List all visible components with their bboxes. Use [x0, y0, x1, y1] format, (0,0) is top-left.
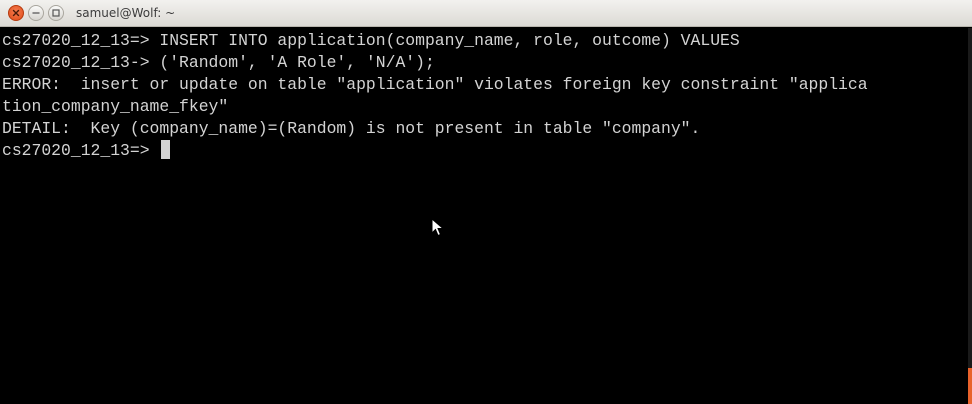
prompt-text: cs27020_12_13=> — [2, 141, 160, 160]
maximize-icon — [52, 9, 60, 17]
maximize-button[interactable] — [48, 5, 64, 21]
terminal-line: cs27020_12_13=> INSERT INTO application(… — [2, 31, 740, 50]
terminal-line: tion_company_name_fkey" — [2, 97, 229, 116]
scrollbar[interactable] — [968, 28, 972, 404]
mouse-pointer-icon — [431, 218, 445, 237]
minimize-button[interactable] — [28, 5, 44, 21]
close-icon — [12, 9, 20, 17]
terminal-window: samuel@Wolf: ~ cs27020_12_13=> INSERT IN… — [0, 0, 972, 404]
terminal-line: DETAIL: Key (company_name)=(Random) is n… — [2, 119, 701, 138]
terminal-output[interactable]: cs27020_12_13=> INSERT INTO application(… — [0, 28, 968, 404]
text-cursor — [161, 140, 171, 159]
close-button[interactable] — [8, 5, 24, 21]
title-bar[interactable]: samuel@Wolf: ~ — [0, 0, 972, 27]
window-title: samuel@Wolf: ~ — [76, 6, 176, 20]
terminal-line: ERROR: insert or update on table "applic… — [2, 75, 868, 94]
minimize-icon — [32, 12, 40, 14]
prompt-line[interactable]: cs27020_12_13=> — [2, 140, 968, 162]
scrollbar-thumb[interactable] — [968, 368, 972, 404]
terminal-line: cs27020_12_13-> ('Random', 'A Role', 'N/… — [2, 53, 435, 72]
